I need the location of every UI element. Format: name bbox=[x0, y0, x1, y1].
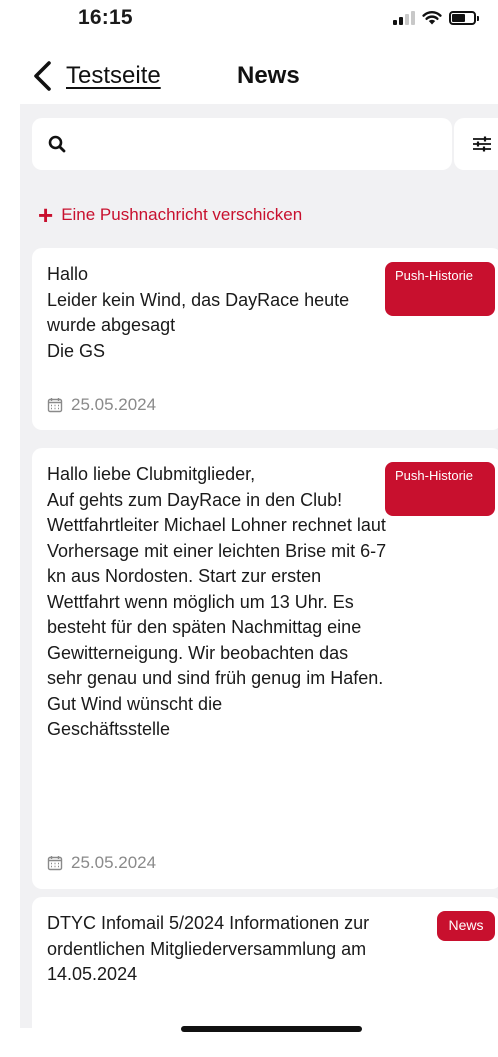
home-indicator bbox=[181, 1026, 362, 1032]
news-card-line: Hallo bbox=[47, 264, 89, 284]
calendar-icon bbox=[47, 398, 63, 413]
news-card-date-text: 25.05.2024 bbox=[71, 395, 157, 414]
news-card-text: Hallo Leider kein Wind, das DayRace heut… bbox=[47, 262, 387, 364]
status-icons bbox=[393, 10, 479, 25]
news-card-text: Hallo liebe Clubmitglieder, Auf gehts zu… bbox=[47, 462, 387, 743]
news-card-line: Auf gehts zum DayRace in den Club! Wettf… bbox=[47, 489, 387, 689]
news-card[interactable]: Hallo Leider kein Wind, das DayRace heut… bbox=[32, 248, 498, 430]
news-card-line: Hallo liebe Clubmitglieder, bbox=[47, 464, 256, 484]
filter-button[interactable] bbox=[454, 118, 498, 170]
search-icon bbox=[48, 135, 66, 153]
news-card-line: Die GS bbox=[47, 340, 106, 361]
cellular-signal-icon bbox=[393, 10, 415, 25]
news-card-line: Gut Wind wünscht die Geschäftsstelle bbox=[47, 693, 223, 740]
sliders-icon bbox=[473, 136, 491, 152]
news-card-date: 25.05.2024 bbox=[47, 853, 156, 873]
search-bar[interactable] bbox=[32, 118, 452, 170]
back-button[interactable]: Testseite bbox=[30, 60, 161, 92]
send-push-message-link[interactable]: + Eine Pushnachricht verschicken bbox=[38, 200, 303, 230]
news-card-date-text: 25.05.2024 bbox=[71, 853, 157, 872]
page-title: News bbox=[237, 62, 300, 89]
wifi-icon bbox=[422, 11, 442, 25]
news-card-line: Leider kein Wind, das DayRace heute wurd… bbox=[47, 289, 350, 336]
navigation-bar: Testseite News bbox=[0, 52, 498, 100]
news-card-date: 25.05.2024 bbox=[47, 395, 156, 415]
news-card[interactable]: DTYC Infomail 5/2024 Informationen zur o… bbox=[32, 897, 498, 1028]
search-input[interactable] bbox=[76, 134, 436, 154]
calendar-icon bbox=[47, 856, 63, 871]
push-history-badge[interactable]: Push-Historie bbox=[385, 262, 495, 316]
battery-icon bbox=[449, 10, 479, 25]
status-bar: 16:15 bbox=[0, 0, 498, 40]
news-list-container[interactable]: + Eine Pushnachricht verschicken Hallo L… bbox=[20, 104, 498, 1028]
send-push-message-label: Eine Pushnachricht verschicken bbox=[61, 205, 303, 224]
status-time: 16:15 bbox=[78, 6, 133, 29]
plus-icon: + bbox=[38, 200, 54, 230]
news-card-text: DTYC Infomail 5/2024 Informationen zur o… bbox=[47, 911, 392, 988]
chevron-left-icon bbox=[34, 61, 51, 91]
news-badge[interactable]: News bbox=[437, 911, 495, 941]
push-history-badge[interactable]: Push-Historie bbox=[385, 462, 495, 516]
news-card-line: DTYC Infomail 5/2024 Informationen zur o… bbox=[47, 913, 370, 984]
news-card[interactable]: Hallo liebe Clubmitglieder, Auf gehts zu… bbox=[32, 448, 498, 889]
back-button-label: Testseite bbox=[66, 62, 161, 89]
